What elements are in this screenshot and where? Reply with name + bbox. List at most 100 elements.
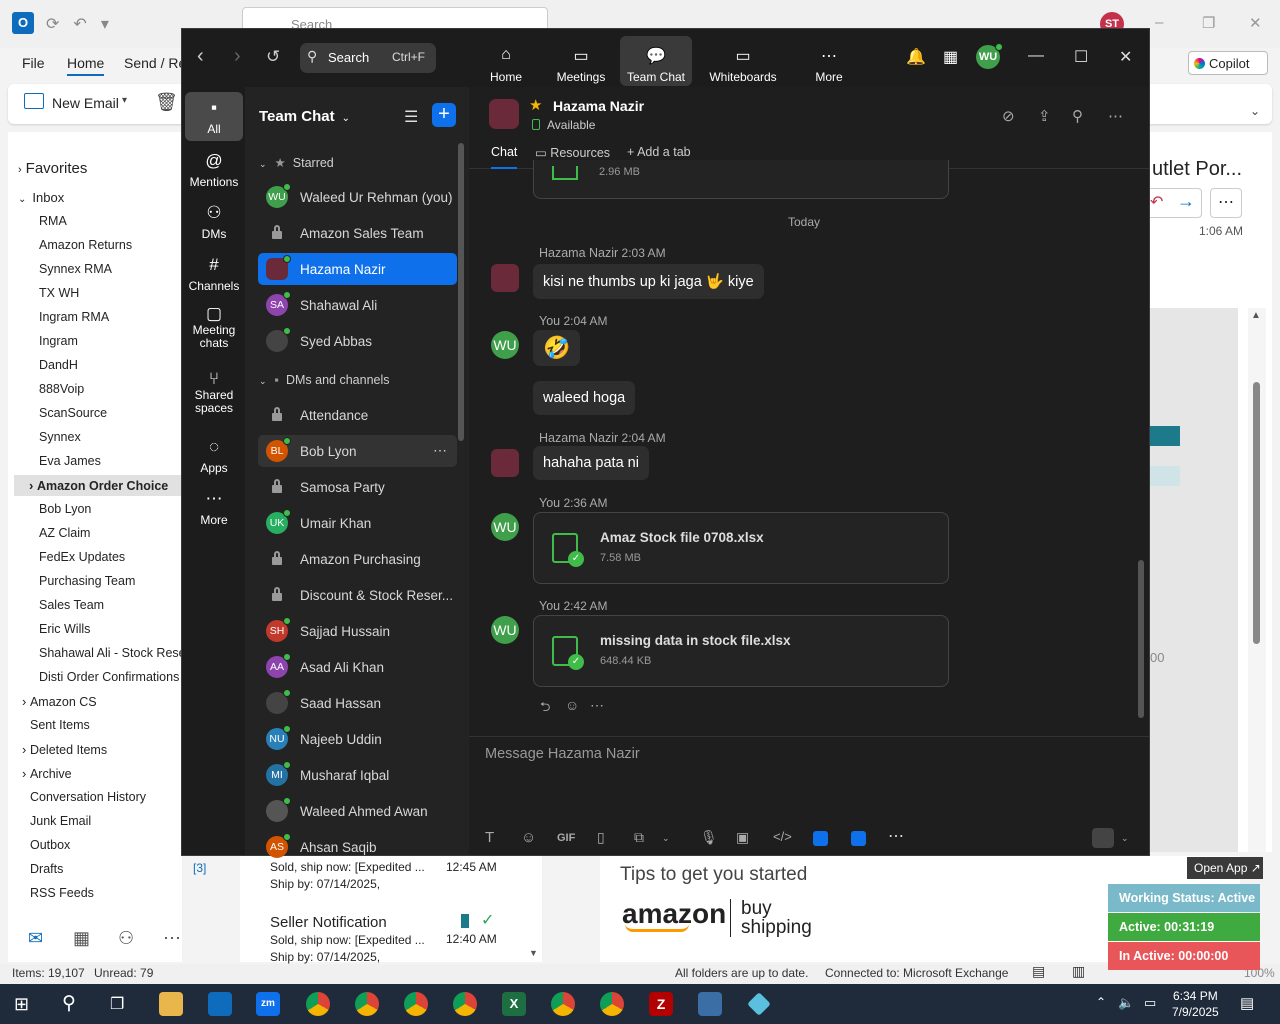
list-scrollbar[interactable] bbox=[458, 143, 464, 441]
chat-list-item[interactable]: UK Umair Khan bbox=[258, 507, 457, 539]
delete-icon[interactable]: 🗑 bbox=[155, 92, 178, 113]
folder-item[interactable]: Outbox bbox=[30, 838, 70, 852]
chat-list-item[interactable]: Amazon Sales Team bbox=[258, 217, 457, 249]
sender-avatar[interactable] bbox=[491, 449, 519, 477]
outlook-taskbar-icon[interactable] bbox=[208, 992, 232, 1016]
history-icon[interactable]: ↺ bbox=[266, 47, 280, 67]
folder-item[interactable]: Synnex bbox=[39, 430, 81, 444]
rail-channels[interactable]: # Channels bbox=[185, 255, 243, 293]
chat-scrollbar[interactable] bbox=[1138, 560, 1144, 718]
tab-team-chat[interactable]: 💬 Team Chat bbox=[620, 36, 692, 86]
chat-list-item[interactable]: Samosa Party bbox=[258, 471, 457, 503]
network-icon[interactable]: ▭ bbox=[1144, 995, 1156, 1011]
rail-dms[interactable]: ⚇ DMs bbox=[185, 203, 243, 241]
zoom-app-icon[interactable] bbox=[851, 831, 866, 846]
back-icon[interactable]: ‹ bbox=[197, 45, 204, 68]
folder-item[interactable]: 888Voip bbox=[39, 382, 84, 396]
filezilla-icon[interactable]: Z bbox=[649, 992, 673, 1016]
folder-item[interactable]: FedEx Updates bbox=[39, 550, 125, 564]
message-bubble[interactable]: kisi ne thumbs up ki jaga 🤟 kiye bbox=[533, 264, 764, 299]
close-icon[interactable]: ✕ bbox=[1119, 47, 1132, 67]
star-icon[interactable]: ★ bbox=[529, 96, 542, 114]
more-apps-icon[interactable]: ⋯ bbox=[163, 928, 181, 949]
folder-item[interactable]: RMA bbox=[39, 214, 67, 228]
folder-item[interactable]: › Archive bbox=[22, 766, 72, 781]
folder-item[interactable]: Eric Wills bbox=[39, 622, 90, 636]
folder-item[interactable]: DandH bbox=[39, 358, 78, 372]
message-input[interactable]: Message Hazama Nazir bbox=[485, 746, 640, 762]
outlook-maximize-icon[interactable]: ❐ bbox=[1202, 14, 1215, 32]
folder-item[interactable]: › Amazon Order Choice bbox=[14, 475, 182, 496]
sender-avatar[interactable] bbox=[491, 264, 519, 292]
chrome-icon[interactable] bbox=[600, 992, 624, 1016]
folder-item[interactable]: Purchasing Team bbox=[39, 574, 135, 588]
volume-icon[interactable]: 🔈 bbox=[1118, 995, 1134, 1011]
favorites-header[interactable]: › Favorites bbox=[18, 160, 87, 177]
chrome-icon[interactable] bbox=[355, 992, 379, 1016]
contact-avatar[interactable] bbox=[489, 99, 519, 129]
chat-list-item[interactable]: Attendance bbox=[258, 399, 457, 431]
folder-item[interactable]: › Amazon CS bbox=[22, 694, 97, 709]
scroll-up-icon[interactable]: ▲ bbox=[1251, 310, 1261, 321]
task-view-icon[interactable]: ❐ bbox=[110, 994, 124, 1014]
normal-view-icon[interactable]: ▤ bbox=[1032, 963, 1045, 980]
send-button[interactable] bbox=[1092, 828, 1114, 848]
folder-item[interactable]: ScanSource bbox=[39, 406, 107, 420]
maximize-icon[interactable]: ☐ bbox=[1074, 47, 1088, 67]
folder-item[interactable]: RSS Feeds bbox=[30, 886, 94, 900]
chat-list-item[interactable]: BL Bob Lyon ⋯ bbox=[258, 435, 457, 467]
rail-all[interactable]: ▪ All bbox=[185, 92, 243, 141]
folder-item[interactable]: Disti Order Confirmations bbox=[39, 670, 179, 684]
search-icon[interactable]: ⚲ bbox=[62, 992, 76, 1015]
ribbon-expand-icon[interactable]: ⌄ bbox=[1250, 104, 1260, 118]
forward-icon[interactable]: › bbox=[234, 45, 241, 68]
file-attachment[interactable]: ✓ Amaz Stock file 0708.xlsx 7.58 MB bbox=[533, 512, 949, 584]
reading-view-icon[interactable]: ▥ bbox=[1072, 963, 1085, 980]
sender-avatar[interactable]: WU bbox=[491, 331, 519, 359]
folder-item[interactable]: Synnex RMA bbox=[39, 262, 112, 276]
chat-list-item[interactable]: AS Ahsan Saqib bbox=[258, 831, 457, 863]
chevron-right-icon[interactable]: › bbox=[22, 742, 30, 757]
chat-list-item[interactable]: SA Shahawal Ali bbox=[258, 289, 457, 321]
inbox-folder[interactable]: ⌄ Inbox bbox=[18, 190, 64, 205]
chrome-icon[interactable] bbox=[306, 992, 330, 1016]
tab-home[interactable]: ⌂ Home bbox=[469, 36, 543, 86]
chat-list-item[interactable]: Amazon Purchasing bbox=[258, 543, 457, 575]
outlook-minimize-icon[interactable]: – bbox=[1155, 14, 1163, 31]
new-email-button[interactable]: New Email bbox=[52, 95, 119, 111]
zoom-taskbar-icon[interactable]: zm bbox=[256, 992, 280, 1016]
calendar-icon[interactable]: ▦ bbox=[73, 928, 90, 949]
chat-list-item[interactable]: Waleed Ahmed Awan bbox=[258, 795, 457, 827]
bell-icon[interactable]: 🔔 bbox=[906, 47, 926, 67]
file-attachment[interactable]: ✓ missing data in stock file.xlsx 648.44… bbox=[533, 615, 949, 687]
chat-list-item[interactable]: NU Najeeb Uddin bbox=[258, 723, 457, 755]
chat-list-item[interactable]: Saad Hassan bbox=[258, 687, 457, 719]
chat-list-item[interactable]: MI Musharaf Iqbal bbox=[258, 759, 457, 791]
file-icon[interactable]: ▯ bbox=[597, 829, 605, 846]
chat-list-item[interactable]: Syed Abbas bbox=[258, 325, 457, 357]
tab-chat[interactable]: Chat bbox=[491, 145, 518, 169]
people-icon[interactable]: ⚇ bbox=[118, 928, 134, 949]
rail-shared-spaces[interactable]: ⑂ Shared spaces bbox=[185, 370, 243, 415]
copilot-button[interactable]: Copilot bbox=[1188, 51, 1268, 75]
excel-icon[interactable]: X bbox=[502, 992, 526, 1016]
chat-contact-name[interactable]: Hazama Nazir bbox=[553, 98, 644, 114]
rail-mentions[interactable]: @ Mentions bbox=[185, 151, 243, 189]
rail-apps[interactable]: ◌ Apps bbox=[185, 437, 243, 475]
folder-item[interactable]: › Deleted Items bbox=[22, 742, 107, 757]
chevron-right-icon[interactable]: › bbox=[29, 478, 37, 493]
message-more-icon[interactable]: ⋯ bbox=[590, 697, 604, 714]
folder-item[interactable]: Sent Items bbox=[30, 718, 90, 732]
reply-thread-icon[interactable]: ⮌ bbox=[540, 698, 550, 720]
folder-item[interactable]: Drafts bbox=[30, 862, 63, 876]
screenshot-icon[interactable]: ⧉ bbox=[634, 829, 644, 846]
chat-list-item[interactable]: Discount & Stock Reser... bbox=[258, 579, 457, 611]
row-more-icon[interactable]: ⋯ bbox=[433, 442, 447, 459]
new-chat-button[interactable]: + bbox=[432, 103, 456, 127]
menu-home[interactable]: Home bbox=[67, 55, 105, 76]
rail-more[interactable]: ⋯ More bbox=[185, 489, 243, 527]
search-icon[interactable]: ⚲ bbox=[1072, 107, 1083, 125]
emoji-icon[interactable]: ☺ bbox=[521, 829, 536, 846]
menu-send-receive[interactable]: Send / Re bbox=[124, 55, 186, 71]
more-actions-button[interactable]: ⋯ bbox=[1210, 188, 1242, 218]
